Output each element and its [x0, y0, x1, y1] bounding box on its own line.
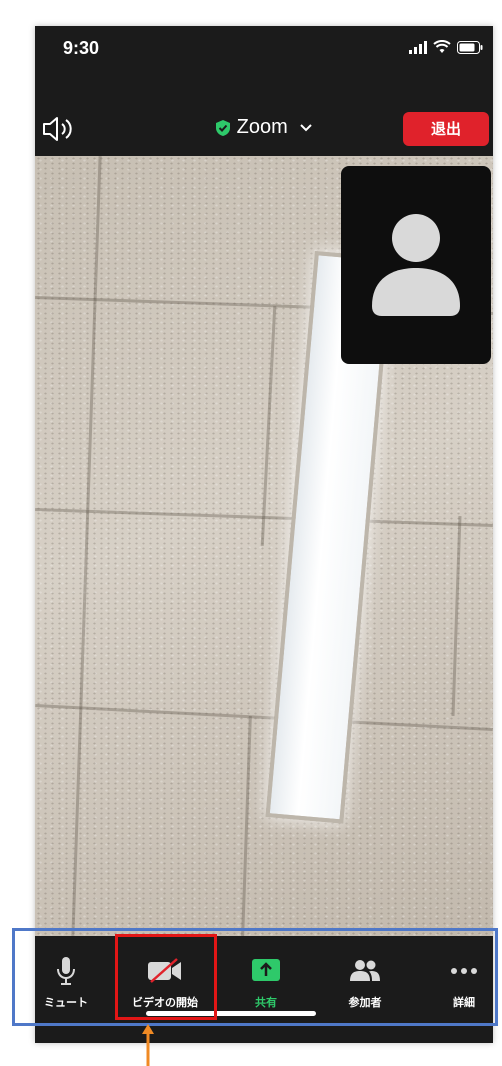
avatar-placeholder-icon	[372, 214, 460, 316]
meeting-top-bar: Zoom 退出	[35, 106, 493, 156]
meeting-name: Zoom	[236, 116, 288, 138]
status-icons	[409, 40, 483, 54]
battery-icon	[457, 40, 483, 54]
status-bar: 9:30	[35, 26, 493, 76]
chevron-down-icon	[300, 124, 313, 132]
shield-check-icon	[215, 119, 230, 136]
phone-screen: 9:30 Zoom 退出 ミュート ビデオの開始 共有 参加者 詳細	[35, 26, 493, 1043]
self-view-tile[interactable]	[341, 166, 491, 364]
wifi-icon	[433, 40, 451, 53]
status-time: 9:30	[63, 38, 100, 58]
start-video-highlight-box	[115, 934, 217, 1020]
toolbar-highlight-box	[12, 928, 498, 1026]
leave-button[interactable]: 退出	[403, 112, 489, 146]
cellular-signal-icon	[409, 40, 427, 54]
pointer-arrow-icon	[142, 1024, 154, 1066]
